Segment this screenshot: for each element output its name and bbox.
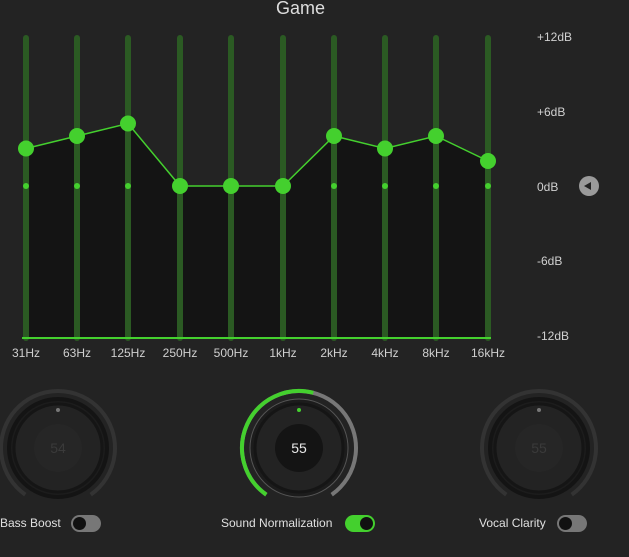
db-label-plus6: +6dB — [537, 105, 566, 119]
freq-label-1kHz: 1kHz — [269, 346, 297, 360]
db-label-minus12: -12dB — [537, 329, 570, 343]
slider-handle-63Hz[interactable] — [69, 128, 85, 144]
equalizer-panel: Game +12dB +6dB 0dB -6dB -12dB 31Hz 63Hz 1… — [0, 0, 629, 557]
bass-boost-knob-indicator — [56, 408, 60, 412]
slider-handle-125Hz[interactable] — [120, 115, 136, 132]
db-label-minus6: -6dB — [537, 254, 563, 268]
vocal-clarity-value: 55 — [531, 440, 547, 456]
bass-boost-value: 54 — [50, 440, 66, 456]
slider-handle-250Hz[interactable] — [172, 178, 188, 194]
zero-marker-4kHz — [382, 183, 388, 189]
freq-label-16kHz: 16kHz — [470, 346, 505, 360]
freq-label-125Hz: 125Hz — [110, 346, 146, 360]
zero-marker-63Hz — [74, 183, 80, 189]
slider-handle-2kHz[interactable] — [326, 128, 342, 144]
reset-triangle-left-icon[interactable] — [579, 176, 599, 196]
freq-label-31Hz: 31Hz — [11, 346, 40, 360]
eq-graph — [0, 35, 598, 499]
vocal-clarity-toggle[interactable] — [557, 515, 587, 532]
slider-handle-8kHz[interactable] — [428, 128, 444, 144]
freq-label-500Hz: 500Hz — [213, 346, 249, 360]
zero-marker-16kHz — [485, 183, 491, 189]
sound-normalization-label: Sound Normalization — [221, 516, 333, 530]
slider-handle-500Hz[interactable] — [223, 178, 239, 194]
freq-label-8kHz: 8kHz — [422, 346, 450, 360]
preset-title: Game — [276, 0, 326, 18]
bass-boost-label: Bass Boost — [0, 516, 61, 530]
freq-label-4kHz: 4kHz — [371, 346, 399, 360]
db-label-0: 0dB — [537, 180, 559, 194]
zero-marker-125Hz — [125, 183, 131, 189]
vocal-clarity-knob-indicator — [537, 408, 541, 412]
slider-handle-4kHz[interactable] — [377, 140, 393, 157]
curve-fill — [26, 123, 488, 338]
zero-marker-8kHz — [433, 183, 439, 189]
freq-label-250Hz: 250Hz — [162, 346, 198, 360]
db-label-plus12: +12dB — [537, 30, 573, 44]
bass-boost-toggle[interactable] — [71, 515, 101, 532]
vocal-clarity-label: Vocal Clarity — [479, 516, 546, 530]
freq-label-2kHz: 2kHz — [320, 346, 348, 360]
sound-normalization-knob-indicator — [297, 408, 301, 412]
slider-handle-16kHz[interactable] — [480, 153, 496, 169]
zero-marker-31Hz — [23, 183, 29, 189]
slider-handle-31Hz[interactable] — [18, 140, 34, 157]
zero-marker-2kHz — [331, 183, 337, 189]
sound-normalization-toggle[interactable] — [345, 515, 375, 532]
freq-label-63Hz: 63Hz — [62, 346, 91, 360]
slider-handle-1kHz[interactable] — [275, 178, 291, 194]
sound-normalization-value: 55 — [291, 440, 307, 456]
